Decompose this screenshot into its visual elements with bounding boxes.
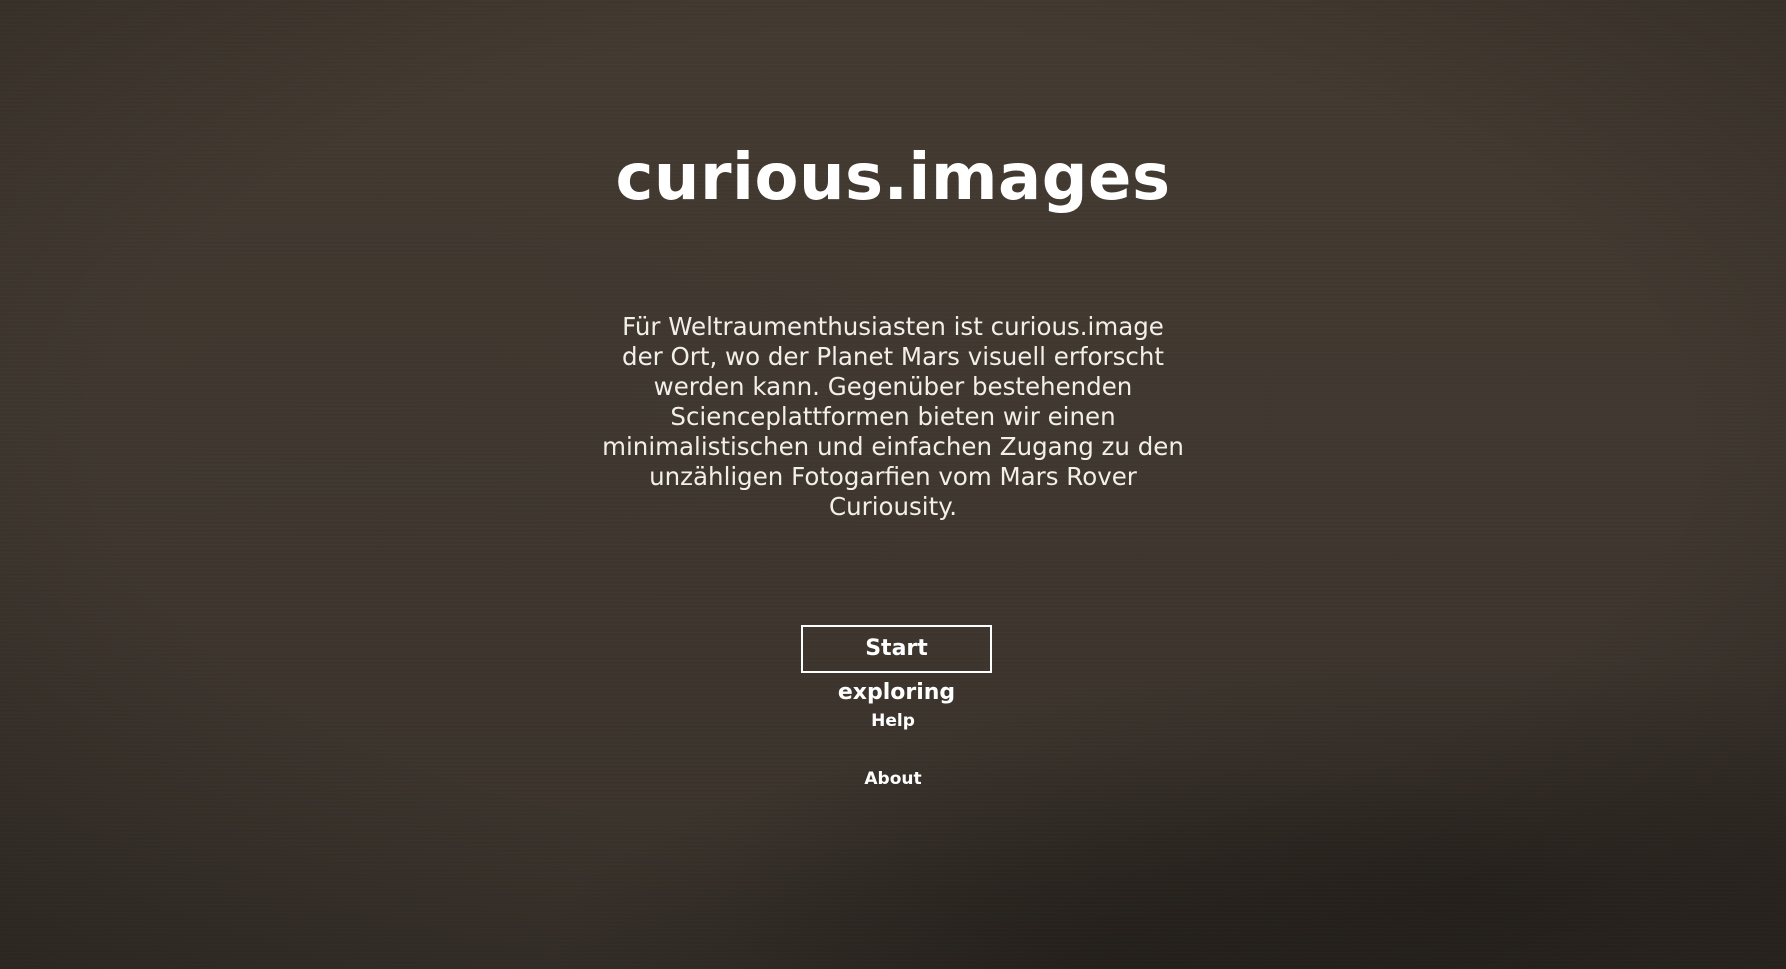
- help-link[interactable]: Help: [871, 711, 915, 731]
- about-link[interactable]: About: [864, 769, 921, 789]
- help-link-container: Help: [0, 710, 1786, 732]
- about-link-container: About: [0, 768, 1786, 790]
- intro-description: Für Weltraumenthusiasten ist curious.ima…: [602, 312, 1184, 521]
- page-title: curious.images: [615, 141, 1171, 215]
- hero-section: curious.images Für Weltraumenthusiasten …: [0, 0, 1786, 969]
- start-exploring-button[interactable]: Start exploring: [801, 625, 992, 705]
